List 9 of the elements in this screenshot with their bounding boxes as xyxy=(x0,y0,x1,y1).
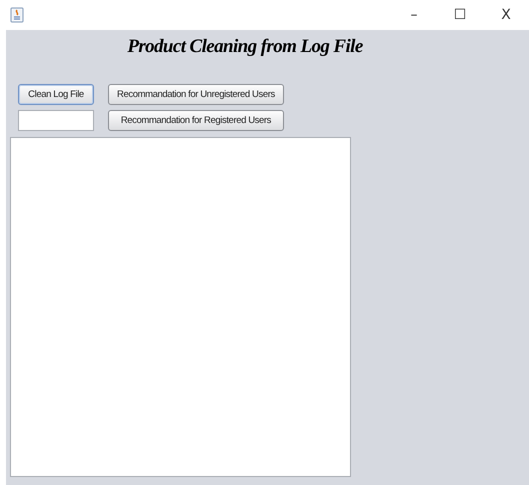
unregistered-recommendation-button[interactable]: Recommandation for Unregistered Users xyxy=(108,84,284,105)
heading: Product Cleaning from Log File xyxy=(126,36,364,59)
maximize-button[interactable]: ☐ xyxy=(437,0,483,30)
clean-log-button[interactable]: Clean Log File xyxy=(18,84,94,105)
java-cup-icon xyxy=(10,7,24,23)
input-field[interactable] xyxy=(18,110,94,131)
close-button[interactable]: X xyxy=(483,0,529,30)
minimize-button[interactable]: – xyxy=(391,0,437,30)
registered-recommendation-button[interactable]: Recommandation for Registered Users xyxy=(108,110,284,131)
